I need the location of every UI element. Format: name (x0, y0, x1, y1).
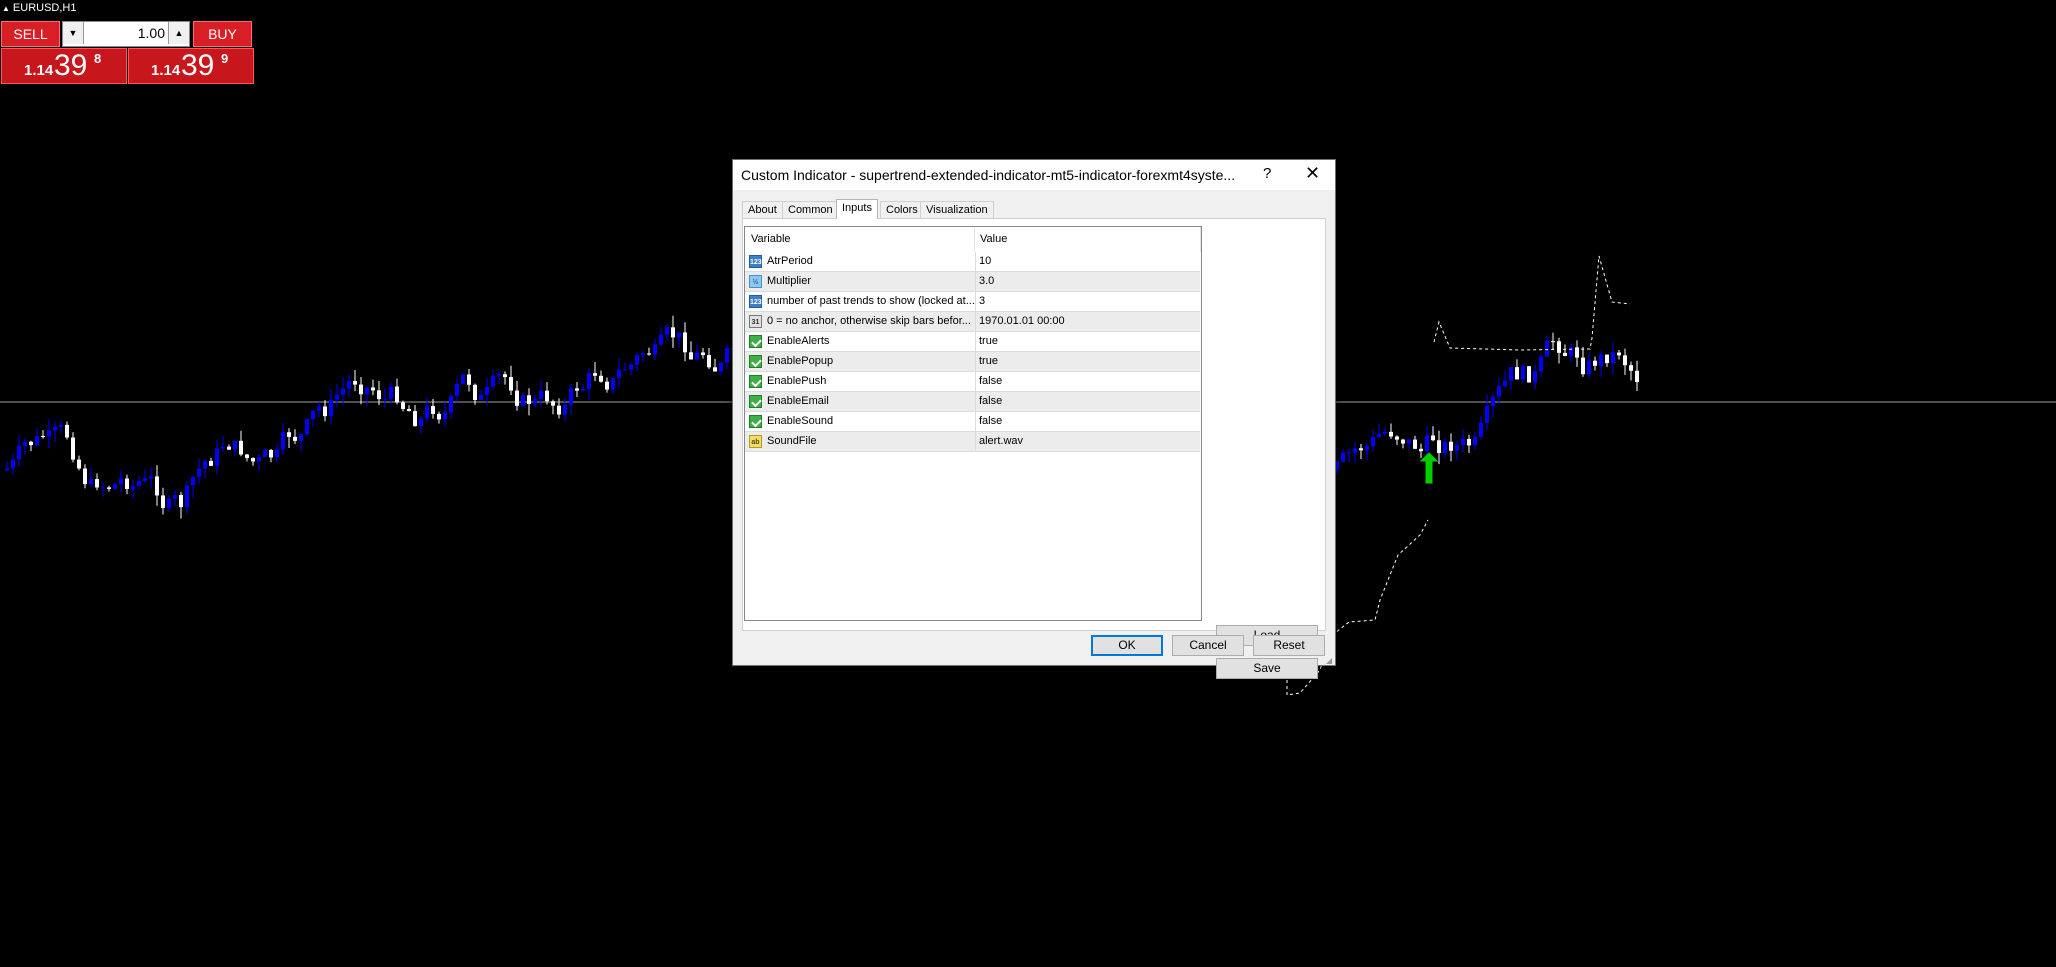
variable-name: EnableAlerts (767, 335, 830, 347)
help-icon[interactable]: ? (1263, 165, 1271, 182)
int-type-icon: 123 (749, 295, 762, 308)
sell-price-pips: 39 (54, 49, 88, 82)
inputs-table[interactable]: Variable Value 123 AtrPeriod 10 ½ Multiplier… (744, 226, 1202, 621)
chart-symbol-label: ▲ EURUSD,H1 (2, 2, 77, 14)
buy-button[interactable]: BUY (193, 21, 252, 47)
int-type-icon: 123 (749, 255, 762, 268)
bool-type-icon (749, 355, 762, 368)
variable-name: SoundFile (767, 435, 817, 447)
dialog-titlebar[interactable]: Custom Indicator - supertrend-extended-i… (733, 160, 1335, 190)
lot-decrease-icon[interactable]: ▼ (63, 22, 84, 44)
variable-name: Multiplier (767, 275, 812, 287)
reset-button[interactable]: Reset (1253, 635, 1325, 656)
variable-name: AtrPeriod (767, 255, 813, 267)
variable-value[interactable]: 3.0 (975, 272, 1199, 291)
variable-name: EnablePush (767, 375, 827, 387)
tab-colors[interactable]: Colors (880, 201, 924, 218)
table-row[interactable]: 123 number of past trends to show (locked… (745, 292, 1200, 312)
buy-price-pips: 39 (181, 49, 215, 82)
table-row[interactable]: ½ Multiplier 3.0 (745, 272, 1200, 292)
bool-type-icon (749, 395, 762, 408)
variable-name: EnableEmail (767, 395, 829, 407)
variable-value[interactable]: 10 (975, 252, 1199, 271)
str-type-icon: ab (749, 435, 762, 448)
variable-value[interactable]: 3 (975, 292, 1199, 311)
table-row[interactable]: EnableSound false (745, 412, 1200, 432)
variable-value[interactable]: false (975, 372, 1199, 391)
sell-price-display[interactable]: 1.14 39 8 (1, 48, 127, 84)
variable-name: number of past trends to show (locked at… (767, 295, 975, 307)
tab-common[interactable]: Common (782, 201, 839, 218)
bool-type-icon (749, 335, 762, 348)
dialog-title: Custom Indicator - supertrend-extended-i… (741, 167, 1236, 183)
column-header-value[interactable]: Value (975, 227, 1201, 252)
buy-price-prefix: 1.14 (151, 62, 181, 79)
buy-price-display[interactable]: 1.14 39 9 (128, 48, 254, 84)
variable-value[interactable]: false (975, 392, 1199, 411)
sell-price-fraction: 8 (94, 51, 102, 66)
tab-about[interactable]: About (742, 201, 783, 218)
close-icon[interactable]: ✕ (1305, 163, 1320, 184)
variable-value[interactable]: true (975, 352, 1199, 371)
dbl-type-icon: ½ (749, 275, 762, 288)
save-button[interactable]: Save (1216, 658, 1318, 679)
lot-increase-icon[interactable]: ▲ (168, 22, 189, 44)
variable-value[interactable]: false (975, 412, 1199, 431)
variable-value[interactable]: true (975, 332, 1199, 351)
tab-inputs[interactable]: Inputs (836, 199, 878, 219)
expand-triangle-icon[interactable]: ▲ (2, 4, 10, 13)
inputs-tab-panel: Variable Value 123 AtrPeriod 10 ½ Multiplier… (742, 218, 1326, 679)
ok-button[interactable]: OK (1091, 635, 1163, 656)
resize-grip-icon[interactable]: ◢ (1326, 656, 1334, 665)
sell-button[interactable]: SELL (1, 21, 60, 47)
column-header-variable[interactable]: Variable (745, 227, 975, 252)
table-row[interactable]: ab SoundFile alert.wav (745, 432, 1200, 452)
table-row[interactable]: EnablePopup true (745, 352, 1200, 372)
table-row[interactable]: 123 AtrPeriod 10 (745, 252, 1200, 272)
sell-price-prefix: 1.14 (24, 62, 54, 79)
variable-value[interactable]: 1970.01.01 00:00 (975, 312, 1199, 331)
buy-signal-arrow-icon (1419, 452, 1439, 484)
one-click-trading-panel: SELL ▼ 1.00 ▲ BUY 1.14 39 8 1.14 39 9 (0, 20, 254, 84)
lot-size-field[interactable]: ▼ 1.00 ▲ (62, 21, 190, 47)
table-row[interactable]: EnableEmail false (745, 392, 1200, 412)
variable-name: EnablePopup (767, 355, 834, 367)
supertrend-upper-line (1433, 255, 1631, 351)
variable-name: EnableSound (767, 415, 834, 427)
bool-type-icon (749, 375, 762, 388)
lot-size-value[interactable]: 1.00 (85, 22, 165, 44)
table-row[interactable]: EnableAlerts true (745, 332, 1200, 352)
tab-visualization[interactable]: Visualization (920, 201, 994, 218)
cancel-button[interactable]: Cancel (1172, 635, 1244, 656)
custom-indicator-dialog: Custom Indicator - supertrend-extended-i… (732, 159, 1336, 679)
table-row[interactable]: 31 0 = no anchor, otherwise skip bars bef… (745, 312, 1200, 332)
variable-value[interactable]: alert.wav (975, 432, 1199, 451)
table-row[interactable]: EnablePush false (745, 372, 1200, 392)
bool-type-icon (749, 415, 762, 428)
variable-name: 0 = no anchor, otherwise skip bars befor… (767, 315, 971, 327)
buy-price-fraction: 9 (221, 51, 229, 66)
dt-type-icon: 31 (749, 315, 762, 328)
